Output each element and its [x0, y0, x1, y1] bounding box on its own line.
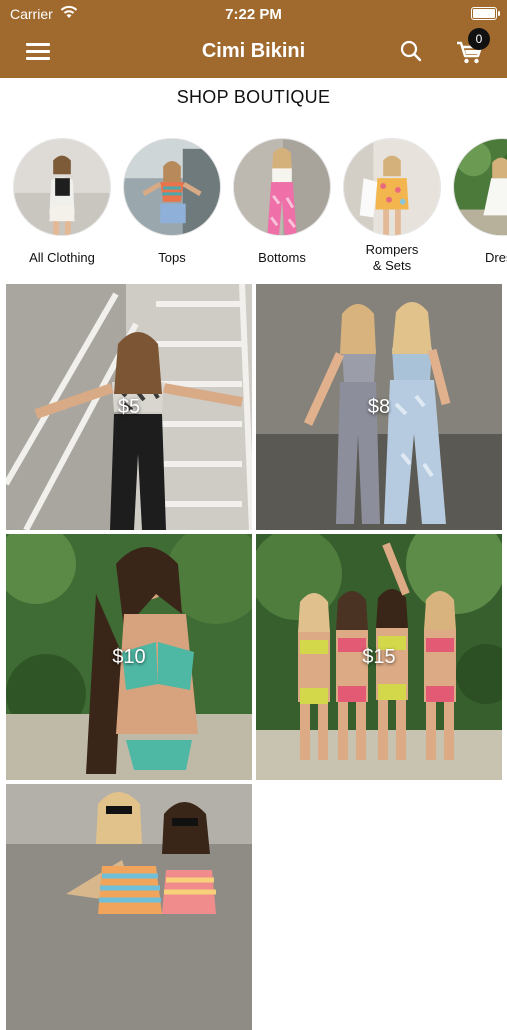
- category-image: [123, 138, 221, 236]
- product-price: $5: [117, 395, 141, 418]
- product-tile[interactable]: $15: [256, 534, 502, 780]
- page-title: SHOP BOUTIQUE: [176, 87, 331, 107]
- product-tile[interactable]: $5: [6, 284, 252, 530]
- category-label: All Clothing: [29, 250, 95, 265]
- category-image: [453, 138, 507, 236]
- category-label: Rompers & Sets: [337, 242, 447, 274]
- category-label: Dress: [485, 250, 507, 265]
- app-header: Carrier 7:22 PM Cimi Bikini: [0, 0, 507, 78]
- category-image: [233, 138, 331, 236]
- category-dress[interactable]: Dress: [447, 138, 507, 266]
- product-price: $15: [362, 645, 396, 668]
- category-image: [343, 138, 441, 236]
- search-icon[interactable]: [400, 40, 422, 62]
- category-image: [13, 138, 111, 236]
- category-label-line1: Rompers: [365, 242, 419, 257]
- category-label: Bottoms: [258, 250, 306, 265]
- category-tops[interactable]: Tops: [117, 138, 227, 266]
- category-all-clothing[interactable]: All Clothing: [7, 138, 117, 266]
- category-label-line2: & Sets: [372, 258, 412, 273]
- category-label: Tops: [158, 250, 186, 265]
- battery-icon: [471, 7, 500, 20]
- product-price: $10: [112, 645, 146, 668]
- product-tile[interactable]: $10: [6, 534, 252, 780]
- status-bar: Carrier 7:22 PM: [0, 0, 507, 28]
- category-rompers-sets[interactable]: Rompers & Sets: [337, 138, 447, 274]
- product-price: [6, 784, 252, 1030]
- category-bottoms[interactable]: Bottoms: [227, 138, 337, 266]
- app-title: Cimi Bikini: [201, 40, 306, 62]
- cart-count-badge[interactable]: 0: [468, 28, 490, 50]
- category-carousel[interactable]: All Clothing Tops Bottoms Rompers & Sets…: [0, 138, 507, 280]
- product-tile[interactable]: [6, 784, 252, 1030]
- status-time: 7:22 PM: [225, 6, 282, 23]
- product-tile[interactable]: $8: [256, 284, 502, 530]
- product-price: $8: [367, 395, 391, 418]
- nav-bar: Cimi Bikini: [0, 28, 507, 78]
